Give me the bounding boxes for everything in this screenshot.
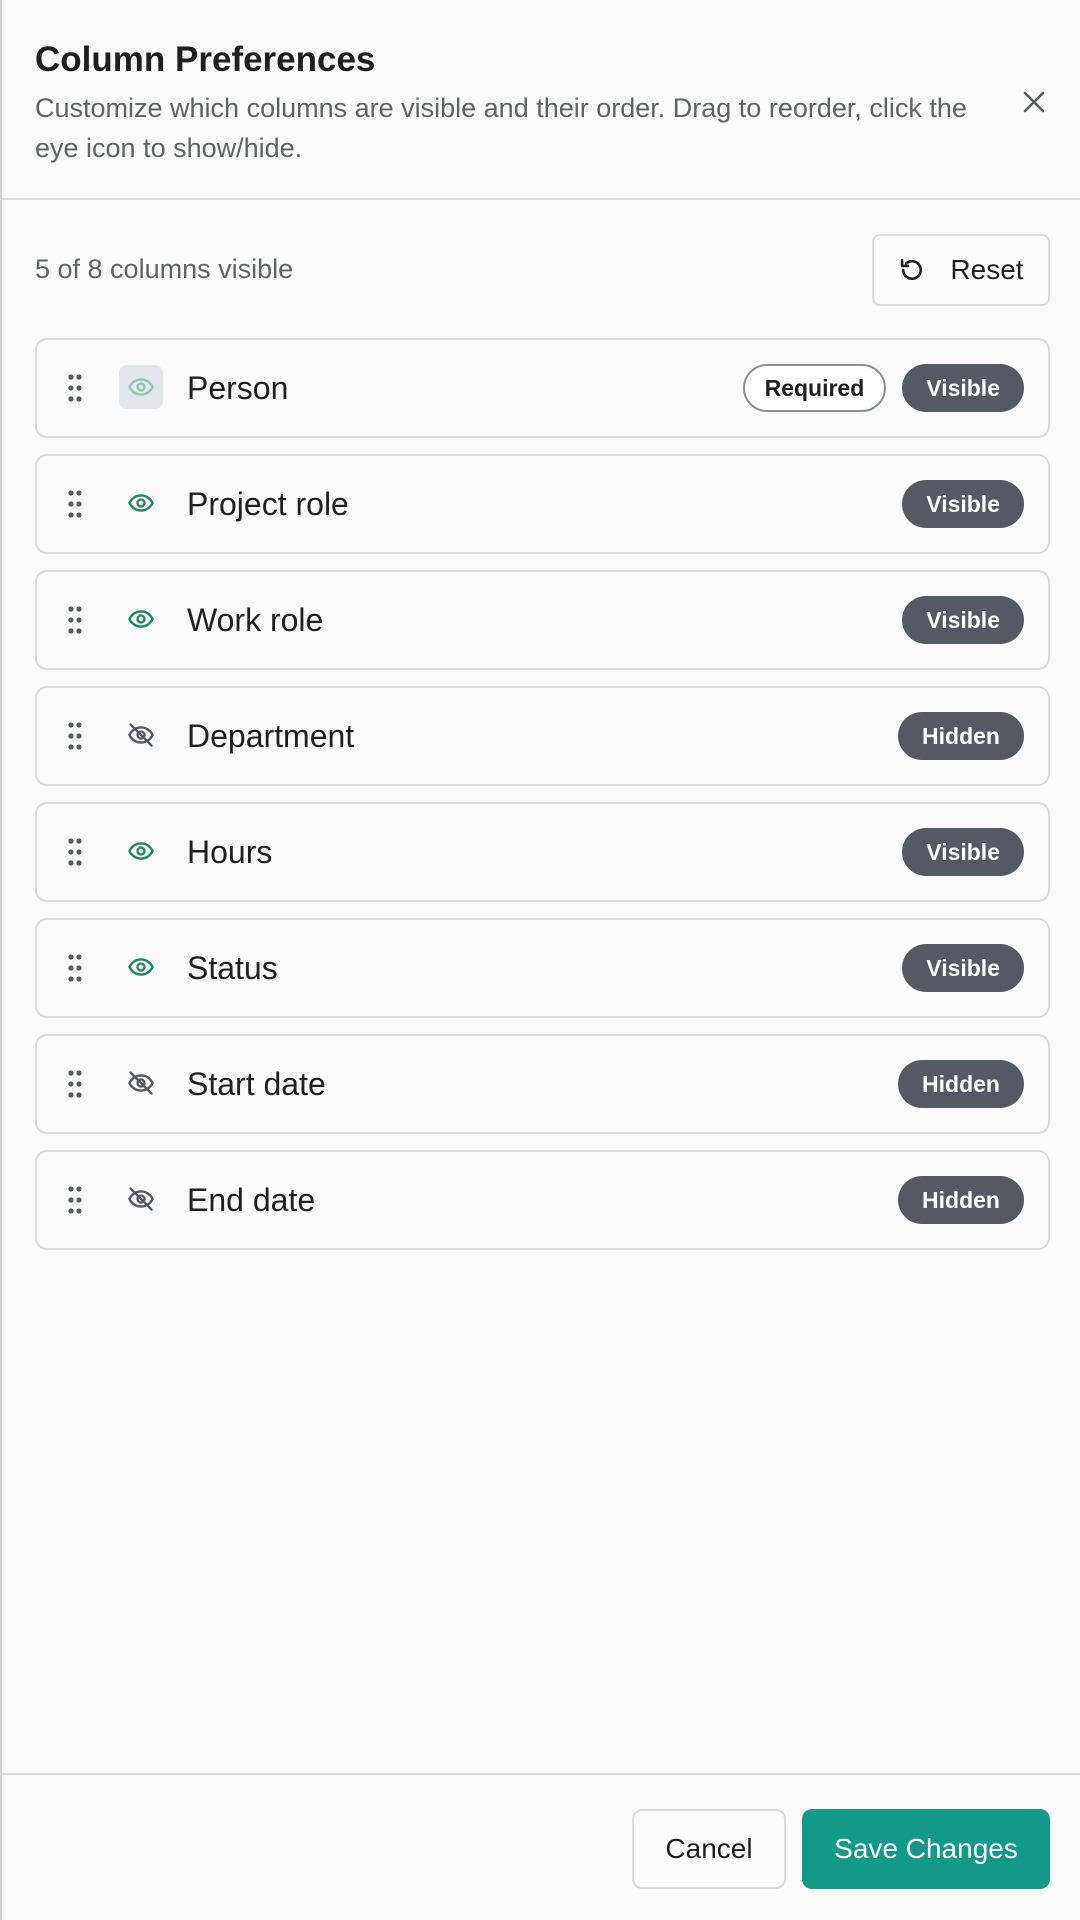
status-badge: Visible [902, 596, 1024, 644]
visible-count: 5 of 8 columns visible [35, 254, 294, 284]
column-label: Status [187, 950, 278, 986]
column-label: Person [187, 370, 289, 406]
column-row-department[interactable]: Department Hidden [35, 686, 1050, 786]
reset-icon [901, 258, 923, 281]
column-badges: Visible [902, 480, 1024, 528]
drag-handle-icon[interactable] [67, 721, 83, 751]
drag-handle-icon[interactable] [67, 489, 83, 519]
column-row-end-date[interactable]: End date Hidden [35, 1150, 1050, 1250]
reset-button[interactable]: Reset [872, 234, 1050, 306]
column-badges: Visible [902, 828, 1024, 876]
eye-icon[interactable] [119, 945, 163, 989]
status-badge: Visible [902, 480, 1024, 528]
column-badges: Visible [902, 944, 1024, 992]
drag-handle-icon[interactable] [67, 1185, 83, 1215]
status-badge: Hidden [898, 712, 1024, 760]
required-badge: Required [742, 364, 887, 412]
column-label: Department [187, 718, 355, 754]
column-badges: Hidden [898, 712, 1024, 760]
column-list: Person Required Visible Project role Visible… [35, 338, 1050, 1266]
column-label: Project role [187, 486, 349, 522]
panel-header: Column Preferences Customize which colum… [2, 0, 1080, 200]
column-badges: Required Visible [742, 364, 1024, 412]
eye-icon[interactable] [119, 829, 163, 873]
eye-icon [119, 365, 163, 409]
column-badges: Hidden [898, 1176, 1024, 1224]
eye-off-icon[interactable] [119, 1177, 163, 1221]
column-row-start-date[interactable]: Start date Hidden [35, 1034, 1050, 1134]
column-row-project-role[interactable]: Project role Visible [35, 454, 1050, 554]
status-badge: Visible [902, 944, 1024, 992]
column-row-work-role[interactable]: Work role Visible [35, 570, 1050, 670]
reset-label: Reset [950, 254, 1024, 285]
status-badge: Visible [902, 364, 1024, 412]
column-label: End date [187, 1182, 316, 1218]
drag-handle-icon[interactable] [67, 953, 83, 983]
status-badge: Visible [902, 828, 1024, 876]
column-label: Work role [187, 602, 324, 638]
close-button[interactable] [1012, 80, 1056, 124]
drag-handle-icon[interactable] [67, 373, 83, 403]
column-badges: Visible [902, 596, 1024, 644]
column-row-status[interactable]: Status Visible [35, 918, 1050, 1018]
panel-title: Column Preferences [35, 40, 376, 79]
drag-handle-icon[interactable] [67, 837, 83, 867]
status-badge: Hidden [898, 1176, 1024, 1224]
status-badge: Hidden [898, 1060, 1024, 1108]
panel-footer: Cancel Save Changes [2, 1773, 1080, 1920]
close-icon [1023, 91, 1045, 113]
cancel-button[interactable]: Cancel [632, 1809, 786, 1889]
save-changes-button[interactable]: Save Changes [802, 1809, 1050, 1889]
column-badges: Hidden [898, 1060, 1024, 1108]
column-label: Start date [187, 1066, 326, 1102]
column-row-person[interactable]: Person Required Visible [35, 338, 1050, 438]
drag-handle-icon[interactable] [67, 605, 83, 635]
eye-off-icon[interactable] [119, 1061, 163, 1105]
drag-handle-icon[interactable] [67, 1069, 83, 1099]
panel-subtitle: Customize which columns are visible and … [35, 93, 967, 163]
column-label: Hours [187, 834, 273, 870]
eye-off-icon[interactable] [119, 713, 163, 757]
column-preferences-panel: Column Preferences Customize which colum… [0, 0, 1080, 1920]
eye-icon[interactable] [119, 481, 163, 525]
eye-icon[interactable] [119, 597, 163, 641]
column-row-hours[interactable]: Hours Visible [35, 802, 1050, 902]
